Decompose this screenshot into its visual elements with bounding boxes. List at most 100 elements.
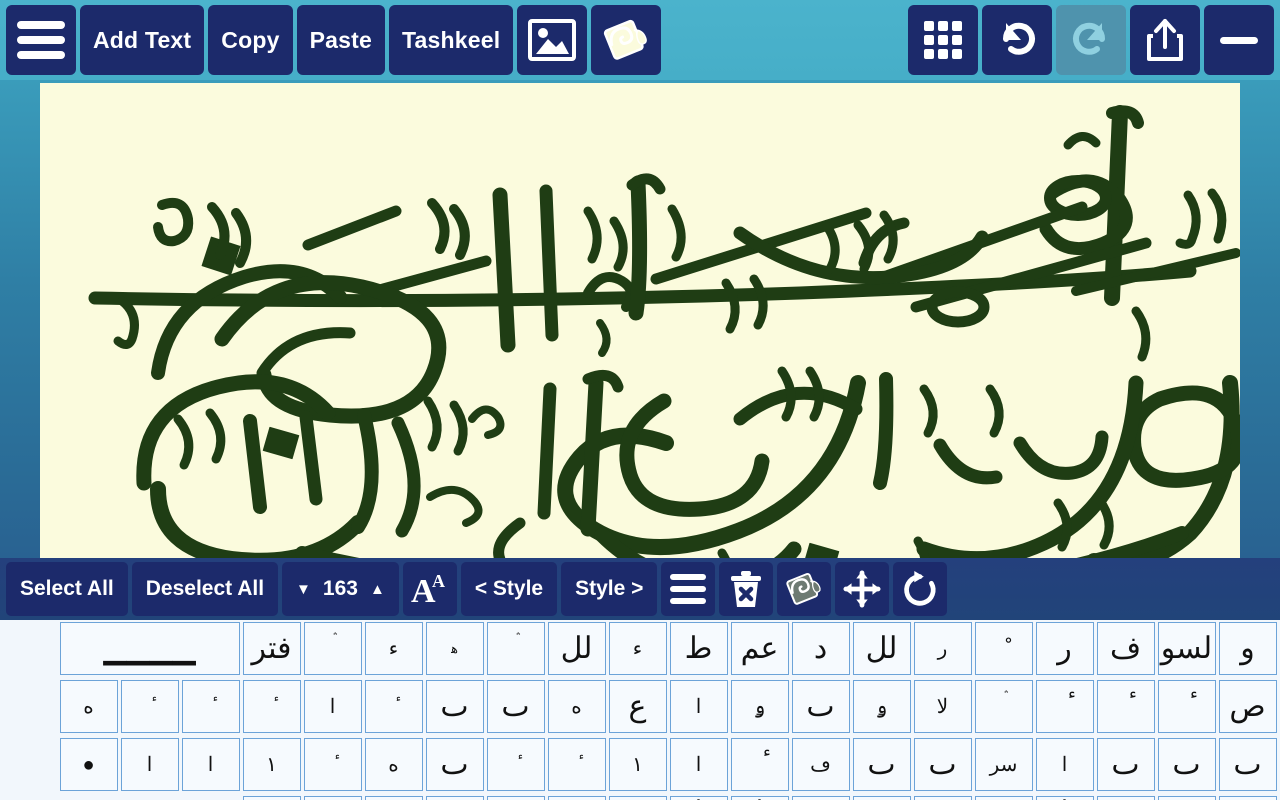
- glyph-key[interactable]: ه: [548, 680, 606, 733]
- glyph-key[interactable]: ه: [365, 738, 423, 791]
- hamburger-menu-button[interactable]: [6, 5, 76, 75]
- glyph-key[interactable]: ر: [1036, 622, 1094, 675]
- glyph-key[interactable]: ۛ: [487, 622, 545, 675]
- glyph-key[interactable]: [548, 796, 606, 800]
- delete-button[interactable]: [719, 562, 773, 616]
- glyph-key[interactable]: ۅ: [853, 680, 911, 733]
- glyph-key[interactable]: لسو: [1158, 622, 1216, 675]
- glyph-key[interactable]: [792, 796, 850, 800]
- glyph-key[interactable]: و: [1219, 622, 1277, 675]
- glyph-key[interactable]: ▁▁▁▁: [60, 622, 240, 675]
- list-menu-button[interactable]: [661, 562, 715, 616]
- deselect-all-button[interactable]: Deselect All: [132, 562, 278, 616]
- glyph-key[interactable]: ڡ: [792, 738, 850, 791]
- glyph-key[interactable]: ۛ: [975, 680, 1033, 733]
- glyph-key[interactable]: ا: [670, 738, 728, 791]
- glyph-key[interactable]: ٔ: [304, 738, 362, 791]
- glyph-key[interactable]: ١: [609, 738, 667, 791]
- glyph-key[interactable]: [1097, 796, 1155, 800]
- insert-image-button[interactable]: [517, 5, 587, 75]
- glyph-key[interactable]: ٮ: [1158, 738, 1216, 791]
- glyph-key[interactable]: ٮ: [487, 680, 545, 733]
- fill-color-button[interactable]: [777, 562, 831, 616]
- glyph-key[interactable]: ء: [609, 622, 667, 675]
- glyph-key[interactable]: ْ: [975, 622, 1033, 675]
- tashkeel-button[interactable]: Tashkeel: [389, 5, 513, 75]
- glyph-key[interactable]: ا: [731, 796, 789, 800]
- glyph-key[interactable]: ٮ: [1097, 738, 1155, 791]
- glyph-key[interactable]: [365, 796, 423, 800]
- glyph-key[interactable]: ٮ: [914, 738, 972, 791]
- glyph-key[interactable]: ۛ: [304, 622, 362, 675]
- minimize-button[interactable]: [1204, 5, 1274, 75]
- glyph-key[interactable]: ص: [1219, 680, 1277, 733]
- copy-button[interactable]: Copy: [208, 5, 292, 75]
- move-button[interactable]: [835, 562, 889, 616]
- background-fill-button[interactable]: [591, 5, 661, 75]
- glyph-key[interactable]: ع: [609, 680, 667, 733]
- glyph-key[interactable]: لل: [853, 622, 911, 675]
- glyph-key[interactable]: ٔ: [1158, 680, 1216, 733]
- glyph-key[interactable]: عم: [731, 622, 789, 675]
- glyph-key[interactable]: فتر: [243, 622, 301, 675]
- glyph-key[interactable]: ا: [1036, 738, 1094, 791]
- glyph-key[interactable]: ٮ: [853, 738, 911, 791]
- undo-button[interactable]: [982, 5, 1052, 75]
- glyph-key[interactable]: ا: [670, 796, 728, 800]
- glyph-key[interactable]: ٔ: [1036, 680, 1094, 733]
- glyph-key[interactable]: ف: [1097, 622, 1155, 675]
- glyph-key[interactable]: [1219, 796, 1277, 800]
- share-button[interactable]: [1130, 5, 1200, 75]
- glyph-key[interactable]: [609, 796, 667, 800]
- glyph-key[interactable]: ٮ: [1219, 738, 1277, 791]
- stepper-increment-icon[interactable]: ▲: [370, 581, 385, 598]
- glyph-key[interactable]: [426, 796, 484, 800]
- glyph-key[interactable]: [914, 796, 972, 800]
- glyph-key[interactable]: ٮ: [792, 680, 850, 733]
- font-size-button[interactable]: A A: [403, 562, 457, 616]
- glyph-key[interactable]: ا: [1036, 796, 1094, 800]
- glyph-key[interactable]: [975, 796, 1033, 800]
- glyph-key[interactable]: د: [792, 622, 850, 675]
- glyph-key[interactable]: لا: [914, 680, 972, 733]
- select-all-button[interactable]: Select All: [6, 562, 128, 616]
- glyph-key[interactable]: ا: [304, 680, 362, 733]
- glyph-key[interactable]: ا: [670, 680, 728, 733]
- style-next-button[interactable]: Style >: [561, 562, 657, 616]
- glyph-key[interactable]: ٮ: [426, 738, 484, 791]
- glyph-key[interactable]: [853, 796, 911, 800]
- paste-button[interactable]: Paste: [297, 5, 385, 75]
- glyph-key[interactable]: ٔ: [487, 738, 545, 791]
- calligraphy-canvas[interactable]: [40, 83, 1240, 558]
- glyph-key[interactable]: ١: [243, 738, 301, 791]
- glyph-key[interactable]: ط: [670, 622, 728, 675]
- glyph-key[interactable]: ا: [121, 738, 179, 791]
- stepper-decrement-icon[interactable]: ▼: [296, 581, 311, 598]
- glyph-key[interactable]: ٔ: [365, 680, 423, 733]
- redo-button[interactable]: [1056, 5, 1126, 75]
- glyph-key[interactable]: ه: [60, 680, 118, 733]
- add-text-button[interactable]: Add Text: [80, 5, 204, 75]
- glyph-key[interactable]: ٔ: [121, 680, 179, 733]
- glyph-key[interactable]: ٮ: [426, 680, 484, 733]
- size-stepper[interactable]: ▼ 163 ▲: [282, 562, 399, 616]
- glyph-key[interactable]: ٔ: [731, 738, 789, 791]
- glyph-key[interactable]: [487, 796, 545, 800]
- glyph-key[interactable]: ٔ: [243, 680, 301, 733]
- glyph-key[interactable]: ۅ: [731, 680, 789, 733]
- glyph-key[interactable]: لل: [548, 622, 606, 675]
- glyph-key[interactable]: ر: [914, 622, 972, 675]
- glyph-key[interactable]: ﻫ: [426, 622, 484, 675]
- rotate-button[interactable]: [893, 562, 947, 616]
- glyph-key[interactable]: ٔ: [548, 738, 606, 791]
- glyph-key[interactable]: ٔ: [182, 680, 240, 733]
- glyph-key[interactable]: ا: [182, 738, 240, 791]
- grid-view-button[interactable]: [908, 5, 978, 75]
- glyph-key[interactable]: سر: [975, 738, 1033, 791]
- glyph-key[interactable]: [243, 796, 301, 800]
- glyph-key[interactable]: [1158, 796, 1216, 800]
- style-prev-button[interactable]: < Style: [461, 562, 557, 616]
- glyph-key[interactable]: ٔ: [1097, 680, 1155, 733]
- glyph-key[interactable]: ء: [365, 622, 423, 675]
- glyph-key[interactable]: [304, 796, 362, 800]
